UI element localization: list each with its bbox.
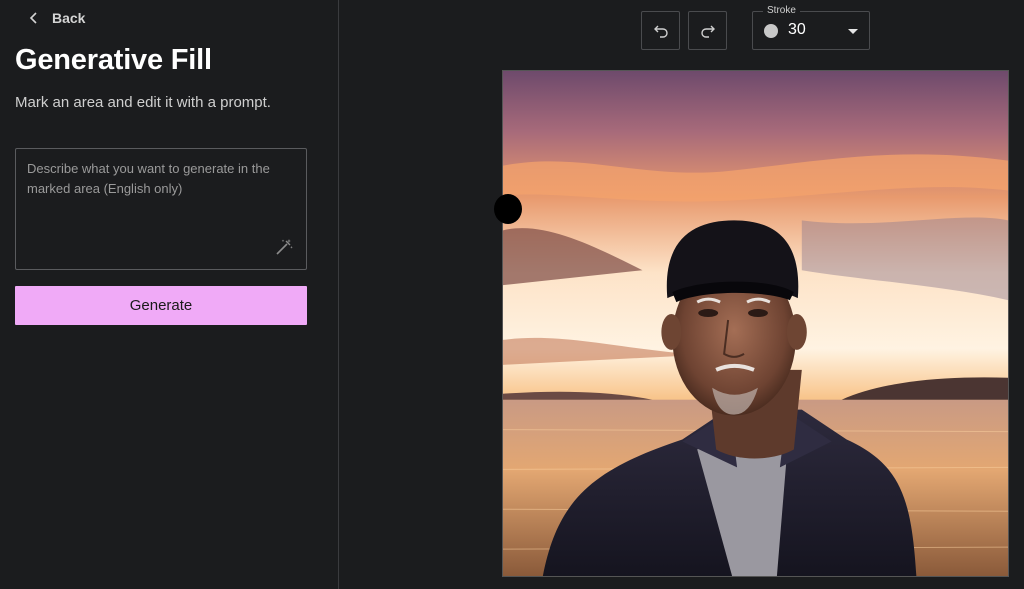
generate-button[interactable]: Generate — [15, 286, 307, 325]
image-canvas[interactable] — [502, 70, 1009, 577]
caret-down-icon — [848, 29, 858, 34]
prompt-input[interactable] — [16, 149, 306, 269]
undo-button[interactable] — [641, 11, 680, 50]
stroke-value: 30 — [788, 21, 806, 38]
back-button[interactable]: Back — [28, 7, 85, 29]
stroke-size-select[interactable]: Stroke 30 — [752, 5, 870, 50]
redo-button[interactable] — [688, 11, 727, 50]
brush-size-dot — [764, 24, 778, 38]
portrait-photo — [503, 71, 1008, 576]
chevron-left-icon — [29, 12, 37, 24]
stroke-label: Stroke — [763, 5, 800, 16]
magic-wand-icon[interactable] — [275, 238, 293, 256]
page-title: Generative Fill — [15, 44, 212, 76]
page-subtitle: Mark an area and edit it with a prompt. — [15, 94, 271, 111]
redo-icon — [700, 25, 715, 38]
back-label: Back — [52, 10, 86, 26]
prompt-box — [15, 148, 307, 270]
sidebar-panel: Back Generative Fill Mark an area and ed… — [0, 0, 339, 589]
undo-icon — [653, 25, 668, 38]
brush-cursor — [494, 194, 522, 224]
